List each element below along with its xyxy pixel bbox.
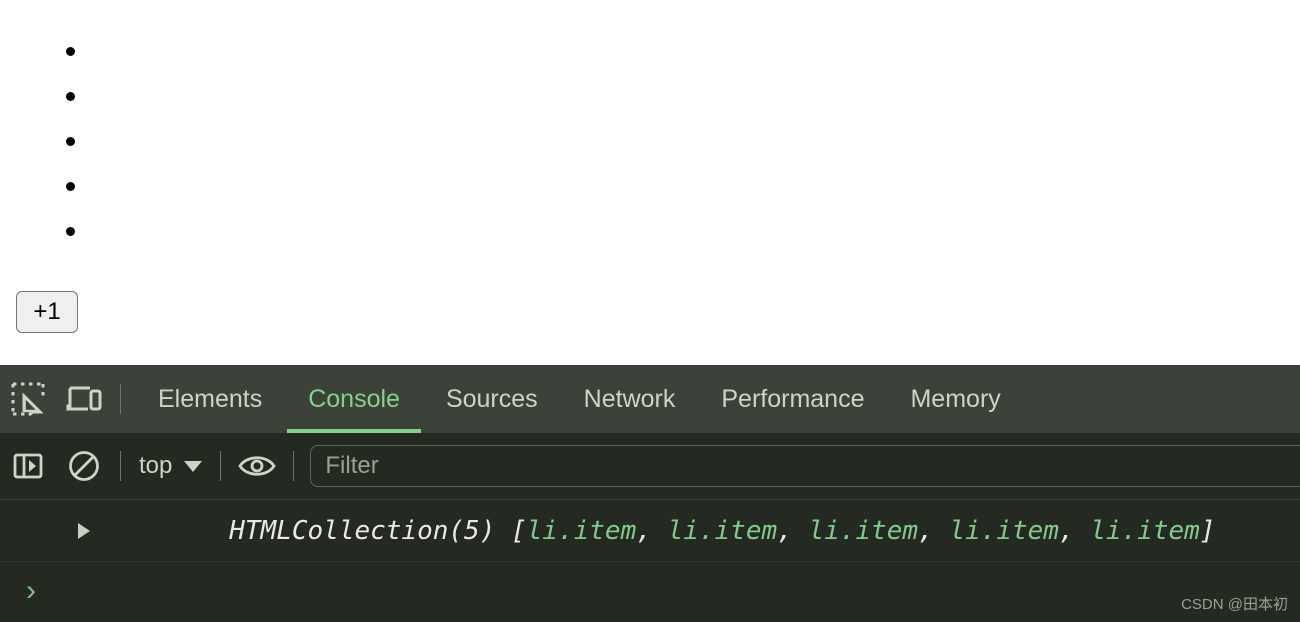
tab-memory[interactable]: Memory <box>887 365 1023 433</box>
list-item <box>66 209 1300 254</box>
console-toolbar-divider <box>120 451 121 481</box>
devtools-tab-list: Elements Console Sources Network Perform… <box>135 365 1024 433</box>
collection-token: li.item <box>808 515 919 546</box>
tab-sources[interactable]: Sources <box>423 365 561 433</box>
collection-token: li.item <box>949 515 1059 546</box>
console-toolbar-divider <box>293 451 295 481</box>
clear-console-icon <box>67 449 101 483</box>
list-item <box>66 29 1300 74</box>
console-toolbar-divider <box>220 451 222 481</box>
console-sidebar-icon <box>12 450 44 482</box>
collection-separator: , <box>636 515 668 546</box>
collection-suffix: ] <box>1199 515 1216 546</box>
list-item <box>66 74 1300 119</box>
disclosure-triangle-icon[interactable] <box>78 522 90 539</box>
console-message-text: HTMLCollection(5) [li.item, li.item, li.… <box>104 486 1215 576</box>
collection-token: li.item <box>667 515 778 546</box>
collection-token: li.item <box>1090 515 1200 546</box>
devtools-tabbar: Elements Console Sources Network Perform… <box>0 365 1300 433</box>
item-list <box>0 29 1300 254</box>
console-sidebar-button[interactable] <box>0 438 56 494</box>
console-filter-input[interactable] <box>310 445 1300 487</box>
tab-performance[interactable]: Performance <box>698 365 887 433</box>
collection-separator: , <box>777 515 809 546</box>
execution-context-dropdown[interactable]: top <box>129 444 212 488</box>
collection-separator: , <box>918 515 950 546</box>
tab-elements[interactable]: Elements <box>135 365 285 433</box>
collection-token: li.item <box>526 515 637 546</box>
console-output: HTMLCollection(5) [li.item, li.item, li.… <box>0 500 1300 622</box>
chevron-down-icon <box>184 460 203 472</box>
prompt-chevron-icon: › <box>26 574 36 607</box>
console-message-row[interactable]: HTMLCollection(5) [li.item, li.item, li.… <box>0 500 1300 562</box>
inspect-element-icon <box>11 382 45 416</box>
web-page-viewport: +1 <box>0 0 1300 365</box>
watermark: CSDN @田本初 <box>1181 596 1288 613</box>
toolbar-divider <box>120 384 121 414</box>
tab-console[interactable]: Console <box>285 365 423 433</box>
device-toolbar-icon <box>66 384 102 414</box>
collection-prefix: HTMLCollection(5) [ <box>229 515 527 546</box>
list-item <box>66 119 1300 164</box>
tab-network[interactable]: Network <box>561 365 699 433</box>
live-expression-eye-icon <box>237 452 277 480</box>
devtools-panel: Elements Console Sources Network Perform… <box>0 365 1300 622</box>
list-item <box>66 164 1300 209</box>
collection-separator: , <box>1058 515 1091 546</box>
inspect-element-button[interactable] <box>0 371 56 427</box>
execution-context-label: top <box>139 452 173 479</box>
device-toolbar-button[interactable] <box>56 371 112 427</box>
add-item-button[interactable]: +1 <box>16 291 78 333</box>
